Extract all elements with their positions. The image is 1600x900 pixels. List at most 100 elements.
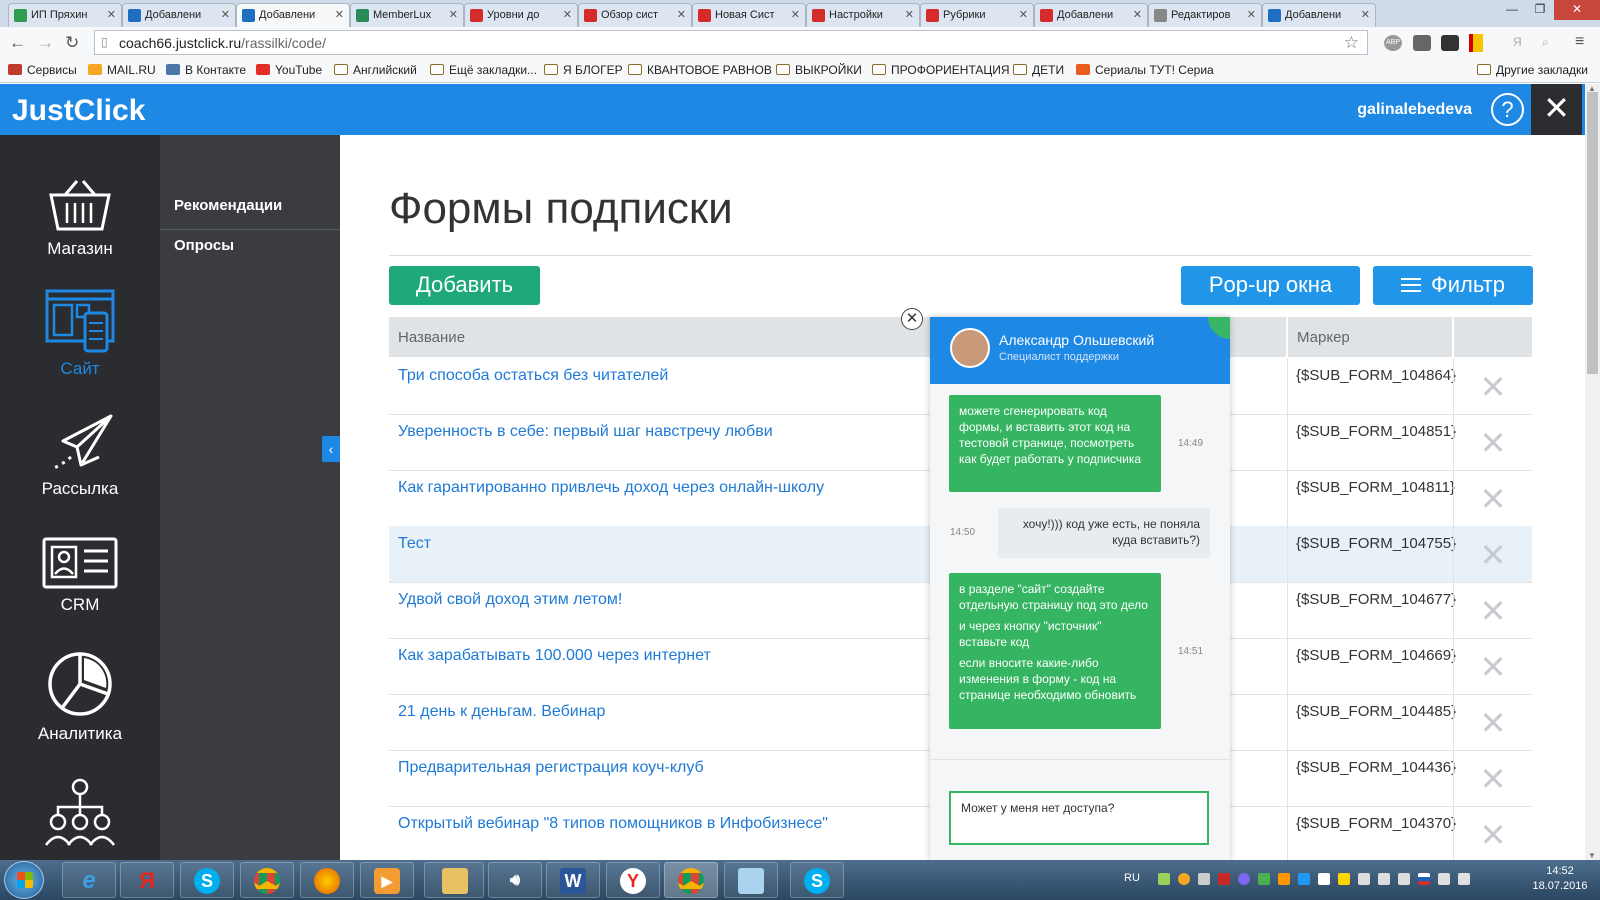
delete-icon[interactable]: ✕ (1453, 750, 1532, 807)
sidebar-item-analytics[interactable]: Аналитика (0, 650, 160, 744)
help-icon[interactable]: ? (1491, 93, 1524, 126)
bookmark-item[interactable]: YouTube (256, 63, 322, 77)
column-header-marker[interactable]: Маркер (1287, 317, 1452, 357)
tab-close-icon[interactable]: ✕ (335, 8, 344, 21)
yandex-icon[interactable]: Я (1513, 35, 1522, 49)
taskbar-yandex[interactable]: Y (606, 862, 660, 898)
chat-message-input[interactable]: Может у меня нет доступа? (949, 791, 1209, 845)
taskbar-audio[interactable]: 🔊︎ (488, 862, 542, 898)
tray-icon[interactable] (1258, 873, 1270, 885)
user-name[interactable]: galinalebedeva (1357, 101, 1472, 119)
start-button[interactable] (4, 861, 44, 899)
star-icon[interactable]: ☆ (1344, 33, 1359, 53)
bookmark-item[interactable]: ВЫКРОЙКИ (776, 63, 862, 77)
sidebar-item-site[interactable]: Сайт (0, 289, 160, 379)
tray-icon[interactable] (1298, 873, 1310, 885)
tray-icon[interactable] (1278, 873, 1290, 885)
browser-tab[interactable]: Рубрики ✕ (920, 3, 1034, 27)
subnav-item-polls[interactable]: Опросы (174, 237, 234, 254)
taskbar-media-player[interactable]: ▶ (360, 862, 414, 898)
system-clock[interactable]: 14:52 18.07.2016 (1530, 864, 1590, 894)
bookmark-item[interactable]: В Контакте (166, 63, 246, 77)
browser-tab[interactable]: Добавлени ✕ (1034, 3, 1148, 27)
delete-icon[interactable]: ✕ (1453, 414, 1532, 471)
tray-icon[interactable] (1178, 873, 1190, 885)
minimize-button[interactable]: — (1498, 0, 1526, 20)
subnav-item-recommendations[interactable]: Рекомендации (174, 197, 282, 214)
delete-icon[interactable]: ✕ (1453, 526, 1532, 583)
tab-close-icon[interactable]: ✕ (221, 8, 230, 21)
form-name-link[interactable]: Удвой свой доход этим летом! (398, 591, 622, 609)
delete-icon[interactable]: ✕ (1453, 694, 1532, 751)
taskbar-notes[interactable] (724, 862, 778, 898)
form-name-link[interactable]: Уверенность в себе: первый шаг навстречу… (398, 423, 773, 441)
form-name-link[interactable]: Три способа остаться без читателей (398, 367, 668, 385)
browser-tab[interactable]: Уровни до ✕ (464, 3, 578, 27)
tray-icon[interactable] (1218, 873, 1230, 885)
tray-icon[interactable] (1338, 873, 1350, 885)
delete-icon[interactable]: ✕ (1453, 638, 1532, 695)
tab-close-icon[interactable]: ✕ (107, 8, 116, 21)
tab-close-icon[interactable]: ✕ (1019, 8, 1028, 21)
sidebar-item-crm[interactable]: CRM (0, 537, 160, 615)
page-scrollbar[interactable]: ▲ ▼ (1585, 84, 1600, 860)
browser-tab[interactable]: Добавлени ✕ (1262, 3, 1376, 27)
taskbar-chrome-active[interactable] (664, 862, 718, 898)
menu-icon[interactable]: ≡ (1575, 33, 1584, 51)
browser-tab[interactable]: Новая Сист ✕ (692, 3, 806, 27)
sidebar-item-mailing[interactable]: Рассылка (0, 413, 160, 499)
browser-tab[interactable]: Настройки ✕ (806, 3, 920, 27)
form-name-link[interactable]: Как гарантированно привлечь доход через … (398, 479, 824, 497)
action-center-flag-icon[interactable] (1438, 873, 1450, 885)
bookmark-item[interactable]: Ещё закладки... (430, 63, 537, 77)
reload-icon[interactable]: ↻ (65, 33, 79, 53)
add-button[interactable]: Добавить (389, 266, 540, 305)
bookmark-item[interactable]: Английский (334, 63, 417, 77)
taskbar-chrome[interactable] (240, 862, 294, 898)
back-icon[interactable]: ← (9, 33, 26, 53)
tray-icon[interactable] (1358, 873, 1370, 885)
bookmark-item[interactable]: Сервисы (8, 63, 77, 77)
extension-icon[interactable] (1441, 35, 1459, 51)
form-name-link[interactable]: Предварительная регистрация коуч-клуб (398, 759, 704, 777)
delete-icon[interactable]: ✕ (1453, 582, 1532, 639)
popup-windows-button[interactable]: Pop-up окна (1181, 266, 1360, 305)
signal-icon[interactable] (1398, 873, 1410, 885)
browser-tab[interactable]: Редактиров ✕ (1148, 3, 1262, 27)
taskbar-firefox[interactable] (300, 862, 354, 898)
bookmark-item[interactable]: ПРОФОРИЕНТАЦИЯ (872, 63, 1010, 77)
tray-icon[interactable] (1198, 873, 1210, 885)
bluetooth-icon[interactable] (1318, 873, 1330, 885)
other-bookmarks[interactable]: Другие закладки (1477, 63, 1588, 77)
tab-close-icon[interactable]: ✕ (449, 8, 458, 21)
taskbar-explorer[interactable] (424, 862, 484, 898)
tab-close-icon[interactable]: ✕ (677, 8, 686, 21)
tab-close-icon[interactable]: ✕ (791, 8, 800, 21)
bookmark-item[interactable]: ДЕТИ (1013, 63, 1064, 77)
tab-close-icon[interactable]: ✕ (905, 8, 914, 21)
app-logo[interactable]: JustClick (12, 94, 145, 128)
tab-close-icon[interactable]: ✕ (1133, 8, 1142, 21)
russian-flag-icon[interactable] (1418, 873, 1430, 885)
form-name-link[interactable]: Открытый вебинар "8 типов помощников в И… (398, 815, 828, 833)
volume-icon[interactable] (1458, 873, 1470, 885)
network-icon[interactable] (1378, 873, 1390, 885)
scroll-down-icon[interactable]: ▼ (1588, 851, 1596, 860)
bookmark-item[interactable]: Сериалы ТУТ! Сериа (1076, 63, 1214, 77)
browser-tab[interactable]: Обзор сист ✕ (578, 3, 692, 27)
form-name-link[interactable]: 21 день к деньгам. Вебинар (398, 703, 605, 721)
tab-close-icon[interactable]: ✕ (563, 8, 572, 21)
taskbar-word[interactable]: W (546, 862, 600, 898)
browser-tab[interactable]: Добавлени ✕ (122, 3, 236, 27)
taskbar-ie[interactable]: e (62, 862, 116, 898)
tab-close-icon[interactable]: ✕ (1361, 8, 1370, 21)
tab-close-icon[interactable]: ✕ (1247, 8, 1256, 21)
extension-icon[interactable] (1413, 35, 1431, 51)
language-indicator[interactable]: RU (1124, 872, 1140, 884)
browser-tab[interactable]: ИП Пряхин ✕ (8, 3, 122, 27)
chat-close-button[interactable]: ✕ (901, 308, 923, 330)
bookmark-extension-icon[interactable] (1469, 34, 1483, 52)
browser-tab[interactable]: Добавлени ✕ (236, 3, 350, 28)
app-close-button[interactable]: ✕ (1531, 84, 1582, 135)
address-bar[interactable]: ▯ coach66.justclick.ru/rassilki/code/ ☆ (94, 30, 1368, 55)
